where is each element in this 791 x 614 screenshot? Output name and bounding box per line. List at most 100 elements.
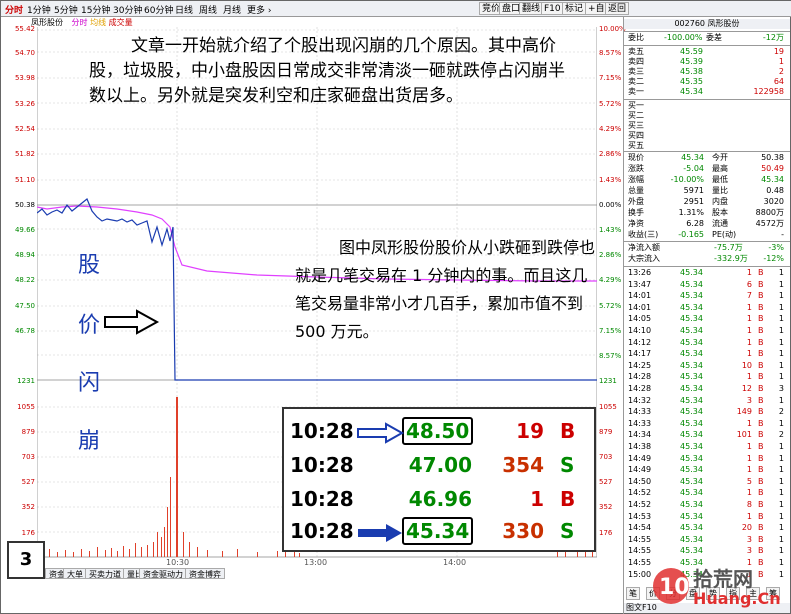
tab-weekly[interactable]: 周线	[199, 3, 217, 16]
tab-daily[interactable]: 日线	[175, 3, 193, 16]
trade-time: 10:28	[290, 419, 354, 443]
ask-volume: 19	[773, 47, 784, 56]
tab-60min[interactable]: 60分钟	[144, 3, 173, 16]
trade-row: 10:28 47.00 354 S	[284, 453, 594, 483]
trade-detail-inset: 10:28 48.50 19 B 10:28 47.00 354 S 10:28…	[282, 407, 596, 552]
tick-row: 14:49 45.34 1 B 1	[624, 454, 790, 464]
tick-time: 14:55	[628, 546, 652, 556]
tick-count: 1	[778, 534, 784, 544]
tick-side: B	[758, 395, 764, 405]
bid-label: 买三	[628, 121, 644, 130]
tick-side: B	[758, 430, 764, 440]
tick-count: 3	[778, 384, 784, 393]
tick-volume: 1	[746, 349, 752, 359]
tick-side: B	[758, 407, 764, 417]
tab-fund-game[interactable]: 资金博弈	[185, 568, 225, 579]
tick-price: 45.34	[680, 291, 703, 301]
tick-count: 1	[778, 523, 784, 533]
stat-value: 1.31%	[678, 208, 704, 217]
tab-big-orders[interactable]: 大单	[63, 568, 87, 579]
axis-label: 51.10	[14, 176, 35, 184]
tick-time: 14:52	[628, 488, 652, 498]
tick-time: 14:54	[628, 523, 652, 533]
stat-row: 收益(三) -0.165 PE(动) -	[624, 230, 790, 240]
chart-mode-avg[interactable]: 均线	[90, 18, 106, 27]
tick-count: 1	[778, 500, 784, 509]
trade-side: S	[560, 453, 575, 477]
tab-buy-sell-force[interactable]: 买卖力道	[85, 568, 125, 579]
tab-30min[interactable]: 30分钟	[113, 3, 142, 16]
tick-price: 45.34	[680, 488, 703, 498]
tab-intraday[interactable]: 分时	[5, 3, 23, 16]
trade-time: 10:28	[290, 453, 354, 477]
tick-price: 45.34	[680, 500, 703, 509]
commit-row: 委比 -100.00% 委差 -12万	[624, 33, 790, 43]
bid-label: 买四	[628, 131, 644, 140]
tick-time: 14:12	[628, 337, 652, 347]
stat-row: 现价 45.34 今开 50.38	[624, 153, 790, 163]
tab-more[interactable]: 更多 ›	[247, 3, 271, 16]
tick-time: 14:33	[628, 418, 652, 428]
tick-volume: 1	[746, 418, 752, 428]
tick-time: 14:28	[628, 372, 652, 382]
tick-volume: 1	[746, 465, 752, 475]
vertical-label-char: 闪	[78, 371, 101, 396]
time-label: 13:00	[304, 558, 328, 567]
vertical-label-char: 股	[78, 253, 101, 278]
bid-row: 买一	[624, 101, 790, 111]
stat-value: 45.34	[681, 153, 704, 162]
ask-price: 45.35	[680, 77, 703, 86]
trade-price: 46.96	[408, 487, 472, 511]
f10-button[interactable]: F10	[541, 2, 564, 15]
quote-panel: 002760 凤形股份 委比 -100.00% 委差 -12万 卖五 45.59 1…	[623, 17, 791, 614]
stat-value: 50.38	[761, 153, 784, 162]
trade-row: 10:28 48.50 19 B	[284, 417, 594, 449]
tick-volume: 149	[736, 407, 752, 417]
stat-value: 8800万	[755, 208, 784, 217]
tick-count: 2	[778, 407, 784, 417]
tick-time: 14:50	[628, 476, 652, 486]
chart-mode-volume[interactable]: 成交量	[109, 18, 133, 27]
tick-count: 1	[778, 453, 784, 463]
stat-row: 换手 1.31% 股本 8800万	[624, 208, 790, 218]
back-button[interactable]: 返回	[605, 2, 630, 15]
tick-time: 14:49	[628, 453, 652, 463]
tab-5min[interactable]: 5分钟	[54, 3, 78, 16]
trade-price: 48.50	[402, 417, 474, 445]
tick-time: 14:55	[628, 558, 652, 567]
mark-button[interactable]: 标记	[562, 2, 587, 15]
stat-label: 净资	[628, 219, 644, 228]
tick-side: B	[758, 442, 764, 451]
chart-mode-intraday[interactable]: 分时	[72, 18, 88, 27]
stat-row: 总量 5971 量比 0.48	[624, 186, 790, 196]
tick-price: 45.34	[680, 442, 703, 451]
flow-row: 大宗流入 -332.9万 -12%	[624, 254, 790, 264]
tick-row: 14:55 45.34 3 B 1	[624, 535, 790, 545]
stat-value: 5971	[683, 186, 704, 195]
trade-price: 47.00	[408, 453, 472, 477]
tick-count: 1	[778, 326, 784, 335]
hollow-arrow-icon	[357, 422, 405, 444]
tick-row: 14:52 45.34 1 B 1	[624, 488, 790, 498]
tick-side: B	[758, 453, 764, 463]
tab-15min[interactable]: 15分钟	[81, 3, 110, 16]
ask-price: 45.39	[680, 57, 703, 66]
tick-volume: 6	[746, 279, 752, 289]
tick-price: 45.34	[680, 418, 703, 428]
tab-monthly[interactable]: 月线	[223, 3, 241, 16]
panel-tab[interactable]: 笔	[626, 587, 640, 600]
tick-row: 14:01 45.34 7 B 1	[624, 291, 790, 301]
tick-row: 14:33 45.34 149 B 2	[624, 407, 790, 417]
tab-fund-drive[interactable]: 资金驱动力	[139, 568, 187, 579]
tab-1min[interactable]: 1分钟	[27, 3, 51, 16]
stat-row: 涨跌 -5.04 最高 50.49	[624, 164, 790, 174]
tick-count: 1	[778, 302, 784, 312]
tick-price: 45.34	[680, 360, 703, 370]
tick-volume: 20	[741, 523, 752, 533]
quote-title: 002760 凤形股份	[624, 19, 790, 29]
tick-price: 45.34	[680, 279, 703, 289]
tick-volume: 1	[746, 511, 752, 521]
tick-volume: 1	[746, 302, 752, 312]
watermark-domain: Huang.Cn	[693, 589, 781, 608]
flip-button[interactable]: 翻线	[519, 2, 544, 15]
